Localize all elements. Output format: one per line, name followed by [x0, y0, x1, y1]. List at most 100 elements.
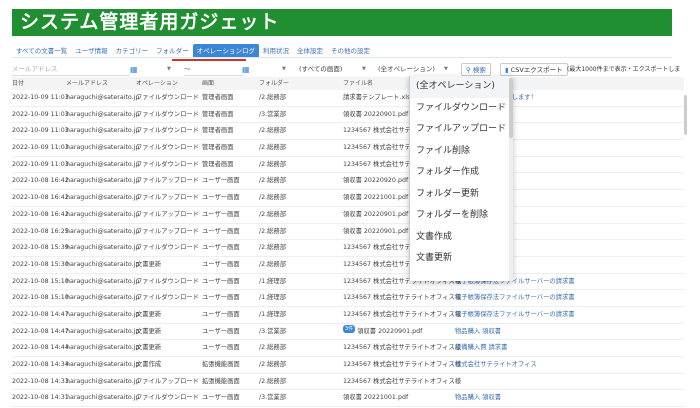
- tab-6[interactable]: 全体設定: [293, 44, 327, 57]
- table-row[interactable]: 2022-10-09 11:03 haraguchi@sateraito.jp ファ…: [12, 123, 684, 141]
- table-cell[interactable]: 株式会社サテライトオフィス: [455, 357, 675, 374]
- dropdown-option[interactable]: フォルダー更新: [410, 184, 513, 206]
- table-cell: 2022-10-09 11:03: [12, 127, 69, 135]
- table-cell: 管理者画面: [202, 127, 234, 135]
- table-cell: 2022-10-08 15:10: [12, 294, 69, 302]
- tab-4[interactable]: オペレーションログ: [192, 44, 260, 57]
- table-row[interactable]: 2022-10-08 15:10 haraguchi@sateraito.jp ファ…: [12, 274, 684, 291]
- table-row[interactable]: 2022-10-08 14:34 haraguchi@sateraito.jp 文書…: [12, 357, 684, 374]
- table-row[interactable]: 2022-10-09 11:03 haraguchi@sateraito.jp ファ…: [12, 140, 684, 157]
- table-cell: ユーザー画面: [202, 227, 240, 235]
- chevron-down-icon: ▼: [444, 66, 448, 72]
- tab-1[interactable]: ユーザ情報: [71, 44, 111, 57]
- email-filter-input[interactable]: メールアドレス: [12, 63, 130, 76]
- table-row[interactable]: 2022-10-08 14:47 haraguchi@sateraito.jp 文書…: [12, 324, 684, 341]
- table-row[interactable]: 2022-10-08 15:10 haraguchi@sateraito.jp ファ…: [12, 290, 684, 307]
- table-cell: haraguchi@sateraito.jp: [66, 94, 140, 101]
- table-scrollbar[interactable]: [684, 95, 687, 135]
- table-row[interactable]: 2022-10-08 16:42 haraguchi@sateraito.jp ファ…: [12, 173, 684, 191]
- table-cell: 2022-10-08 16:25: [12, 227, 69, 235]
- table-row[interactable]: 2022-10-08 14:47 haraguchi@sateraito.jp 文書…: [12, 307, 684, 324]
- date-range-separator: 〜: [184, 63, 244, 76]
- table-cell: 文書作成: [136, 361, 162, 368]
- table-cell: 2022-10-08 14:34: [12, 361, 69, 368]
- column-header[interactable]: オペレーション: [136, 77, 178, 90]
- table-cell: ファイルダウンロード: [136, 127, 199, 135]
- table-cell: haraguchi@sateraito.jp: [66, 327, 140, 335]
- table-cell: ファイルダウンロード: [136, 277, 199, 285]
- table-cell: haraguchi@sateraito.jp: [66, 144, 140, 152]
- table-cell: 1234567 株式会社サテライトオフィス様 ご請…: [343, 344, 463, 352]
- table-cell: /2.総務部: [259, 260, 287, 268]
- table-row[interactable]: 2022-10-08 16:25 haraguchi@sateraito.jp ファ…: [12, 224, 684, 241]
- table-row[interactable]: 2022-10-09 11:03 haraguchi@sateraito.jp ファ…: [12, 157, 684, 174]
- tab-7[interactable]: その他の設定: [327, 44, 374, 57]
- table-row[interactable]: 2022-10-08 14:31 haraguchi@sateraito.jp ファ…: [12, 390, 684, 408]
- table-cell: 領収書 20221001.pdf: [343, 394, 409, 402]
- table-cell[interactable]: 物品購入 領収書: [455, 324, 675, 341]
- table-row[interactable]: 2022-10-08 14:44 haraguchi@sateraito.jp 文書…: [12, 340, 684, 357]
- dropdown-option[interactable]: フォルダーを削除: [410, 205, 513, 227]
- tab-5[interactable]: 利用状況: [259, 44, 293, 57]
- dropdown-option[interactable]: フォルダー作成: [410, 162, 513, 184]
- table-row[interactable]: 2022-10-08 15:39 haraguchi@sateraito.jp ファ…: [12, 240, 684, 257]
- table-cell: /2.総務部: [259, 361, 287, 368]
- table-row[interactable]: 2022-10-09 11:03 haraguchi@sateraito.jp ファ…: [12, 107, 684, 124]
- operation-select[interactable]: (全オペレーション): [378, 63, 435, 76]
- table-cell: ユーザー画面: [202, 294, 240, 302]
- tab-3[interactable]: フォルダー: [152, 44, 193, 57]
- table-cell: 拡張機能画面: [202, 361, 240, 368]
- table-cell: 文書更新: [136, 310, 162, 318]
- table-cell: ファイルダウンロード: [136, 160, 199, 168]
- dropdown-option[interactable]: ファイルダウンロード: [410, 98, 513, 120]
- table-cell: 2022-10-08 16:42: [12, 177, 69, 185]
- table-cell: 2022-10-09 11:03: [12, 160, 69, 168]
- dropdown-scrollbar[interactable]: [509, 76, 513, 281]
- screen-select[interactable]: (すべての画面): [299, 63, 342, 76]
- table-cell: /2.総務部: [259, 244, 287, 252]
- search-button[interactable]: ⚲ 検索: [461, 63, 491, 76]
- table-row[interactable]: 2022-10-09 11:03 haraguchi@sateraito.jp ファ…: [12, 90, 684, 107]
- dropdown-option[interactable]: 文書更新: [410, 248, 513, 270]
- table-cell: ユーザー画面: [202, 344, 240, 352]
- table-row[interactable]: 2022-10-08 16:42 haraguchi@sateraito.jp ファ…: [12, 190, 684, 207]
- tab-2[interactable]: カテゴリー: [112, 44, 153, 57]
- column-header[interactable]: メールアドレス: [66, 77, 108, 90]
- calendar-icon[interactable]: ▦: [242, 63, 250, 76]
- table-cell: ファイルダウンロード: [136, 244, 199, 252]
- dropdown-option[interactable]: 文書作成: [410, 227, 513, 249]
- table-cell: ユーザー画面: [202, 394, 240, 402]
- table-cell: /3.営業部: [259, 394, 287, 402]
- calendar-icon[interactable]: ▦: [130, 63, 138, 76]
- table-cell: 2022-10-09 11:03: [12, 110, 69, 118]
- chevron-down-icon[interactable]: ▼: [167, 63, 171, 76]
- table-row[interactable]: 2022-10-08 16:42 haraguchi@sateraito.jp ファ…: [12, 207, 684, 224]
- export-note: (最大1000件まで表示・エクスポートします): [567, 66, 681, 86]
- table-cell[interactable]: 設備購入費 請求書: [455, 340, 675, 357]
- table-row[interactable]: 2022-10-08 14:33 haraguchi@sateraito.jp ファ…: [12, 374, 684, 391]
- table-cell: /3.営業部: [259, 327, 287, 335]
- table-row[interactable]: 2022-10-08 15:30 haraguchi@sateraito.jp 文書…: [12, 257, 684, 274]
- table-cell[interactable]: 電子帳簿保存法ファイルサーバーの請求書: [455, 307, 675, 324]
- csv-export-button[interactable]: ▮ CSVエクスポート: [500, 63, 568, 76]
- table-cell[interactable]: 物品購入 領収書: [455, 390, 675, 407]
- dropdown-option[interactable]: ファイルアップロード: [410, 119, 513, 141]
- dropdown-option[interactable]: (全オペレーション): [410, 76, 513, 98]
- table-cell: /1.経理部: [259, 277, 287, 285]
- table-cell[interactable]: 電子帳簿保存法ファイルサーバーの請求書: [455, 290, 675, 307]
- table-cell: haraguchi@sateraito.jp: [66, 361, 140, 368]
- tab-0[interactable]: すべての文書一覧: [12, 44, 71, 57]
- chevron-down-icon[interactable]: ▼: [282, 63, 286, 76]
- table-cell: 2022-10-08 15:30: [12, 260, 69, 268]
- column-header[interactable]: フォルダー: [259, 77, 289, 90]
- dropdown-option[interactable]: ファイル削除: [410, 141, 513, 163]
- column-header[interactable]: 画面: [202, 77, 214, 90]
- column-header[interactable]: 日付: [12, 77, 24, 90]
- table-cell: 管理者画面: [202, 94, 234, 101]
- table-cell: ユーザー画面: [202, 244, 240, 252]
- table-cell: 拡張機能画面: [202, 377, 240, 385]
- table-cell: ファイルダウンロード: [136, 94, 199, 101]
- table-cell: 管理者画面: [202, 160, 234, 168]
- table-cell: /2.総務部: [259, 144, 287, 152]
- table-cell: 2022-10-08 16:42: [12, 194, 69, 202]
